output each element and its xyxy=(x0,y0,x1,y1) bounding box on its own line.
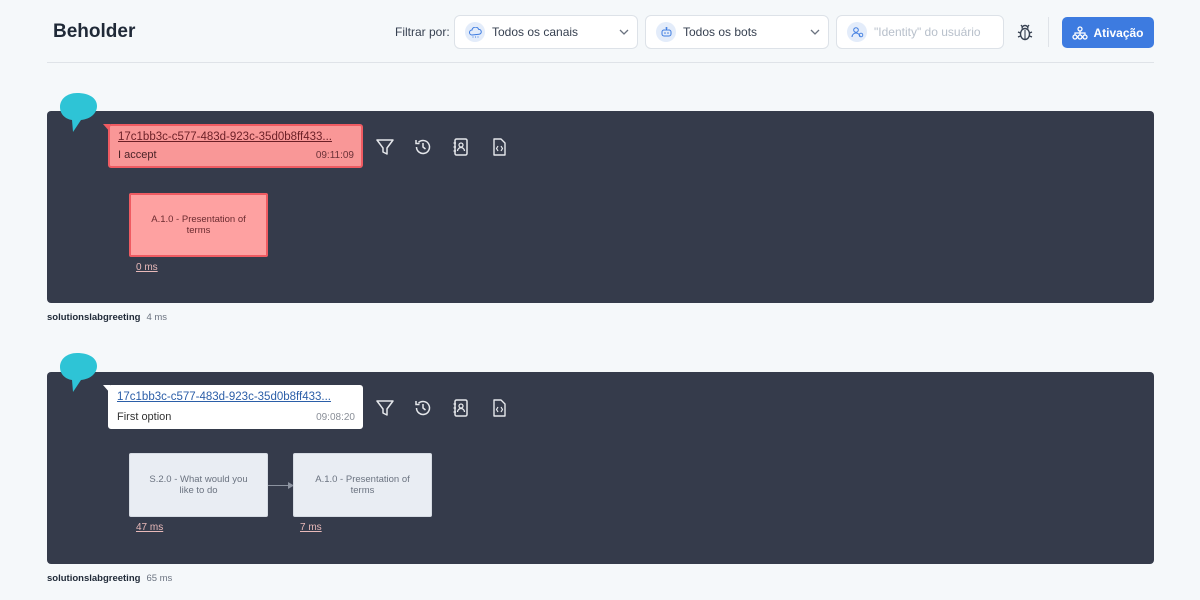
channels-select[interactable]: Todos os canais xyxy=(454,15,638,49)
message-card[interactable]: 17c1bb3c-c577-483d-923c-35d0b8ff433... I… xyxy=(103,124,363,168)
state-duration-link[interactable]: 0 ms xyxy=(136,262,158,273)
message-pointer xyxy=(103,385,110,393)
state-node[interactable]: A.1.0 - Presentation of terms xyxy=(293,453,432,517)
state-duration-link[interactable]: 7 ms xyxy=(300,522,322,533)
chevron-down-icon xyxy=(810,29,820,35)
history-icon[interactable] xyxy=(413,137,433,157)
state-node[interactable]: A.1.0 - Presentation of terms xyxy=(129,193,268,257)
activate-button[interactable]: Ativação xyxy=(1062,17,1154,48)
contact-book-icon[interactable] xyxy=(451,137,471,157)
identity-field[interactable] xyxy=(836,15,1004,49)
history-icon[interactable] xyxy=(413,398,433,418)
header-divider xyxy=(1048,17,1049,47)
bots-select-value: Todos os bots xyxy=(683,25,758,39)
filter-icon[interactable] xyxy=(375,398,395,418)
app-title: Beholder xyxy=(53,21,136,42)
filter-label: Filtrar por: xyxy=(395,25,450,39)
identity-input[interactable] xyxy=(874,25,994,39)
filter-icon[interactable] xyxy=(375,137,395,157)
code-file-icon[interactable] xyxy=(489,398,509,418)
robot-icon xyxy=(656,22,676,42)
bot-name: solutionslabgreeting xyxy=(47,312,141,323)
page-header: Beholder Filtrar por: Todos os canais To… xyxy=(47,0,1154,63)
bot-name: solutionslabgreeting xyxy=(47,573,141,584)
trace-footer: solutionslabgreeting 65 ms xyxy=(47,573,172,584)
contact-book-icon[interactable] xyxy=(451,398,471,418)
state-label: A.1.0 - Presentation of terms xyxy=(315,474,410,496)
state-node[interactable]: S.2.0 - What would you like to do xyxy=(129,453,268,517)
message-id-link[interactable]: 17c1bb3c-c577-483d-923c-35d0b8ff433... xyxy=(118,131,348,143)
bots-select[interactable]: Todos os bots xyxy=(645,15,829,49)
sitemap-icon xyxy=(1072,25,1089,40)
trace-footer: solutionslabgreeting 4 ms xyxy=(47,312,167,323)
bug-icon[interactable] xyxy=(1016,22,1034,42)
user-icon xyxy=(847,22,867,42)
message-time: 09:08:20 xyxy=(316,412,355,423)
message-pointer xyxy=(103,124,110,132)
state-label: S.2.0 - What would you like to do xyxy=(149,474,248,496)
message-text: First option xyxy=(117,411,172,423)
chevron-down-icon xyxy=(619,29,629,35)
state-label: A.1.0 - Presentation of terms xyxy=(151,214,246,236)
message-card[interactable]: 17c1bb3c-c577-483d-923c-35d0b8ff433... F… xyxy=(103,385,363,429)
activate-button-label: Ativação xyxy=(1093,25,1144,40)
chat-bubble-icon xyxy=(59,92,99,134)
chat-bubble-icon xyxy=(59,352,99,394)
message-text: I accept xyxy=(118,149,157,161)
trace-total-time: 4 ms xyxy=(146,312,168,323)
message-time: 09:11:09 xyxy=(315,150,354,161)
cloud-icon xyxy=(465,22,485,42)
channels-select-value: Todos os canais xyxy=(492,25,579,39)
trace-total-time: 65 ms xyxy=(146,573,173,584)
state-duration-link[interactable]: 47 ms xyxy=(136,522,163,533)
message-id-link[interactable]: 17c1bb3c-c577-483d-923c-35d0b8ff433... xyxy=(117,391,347,403)
code-file-icon[interactable] xyxy=(489,137,509,157)
